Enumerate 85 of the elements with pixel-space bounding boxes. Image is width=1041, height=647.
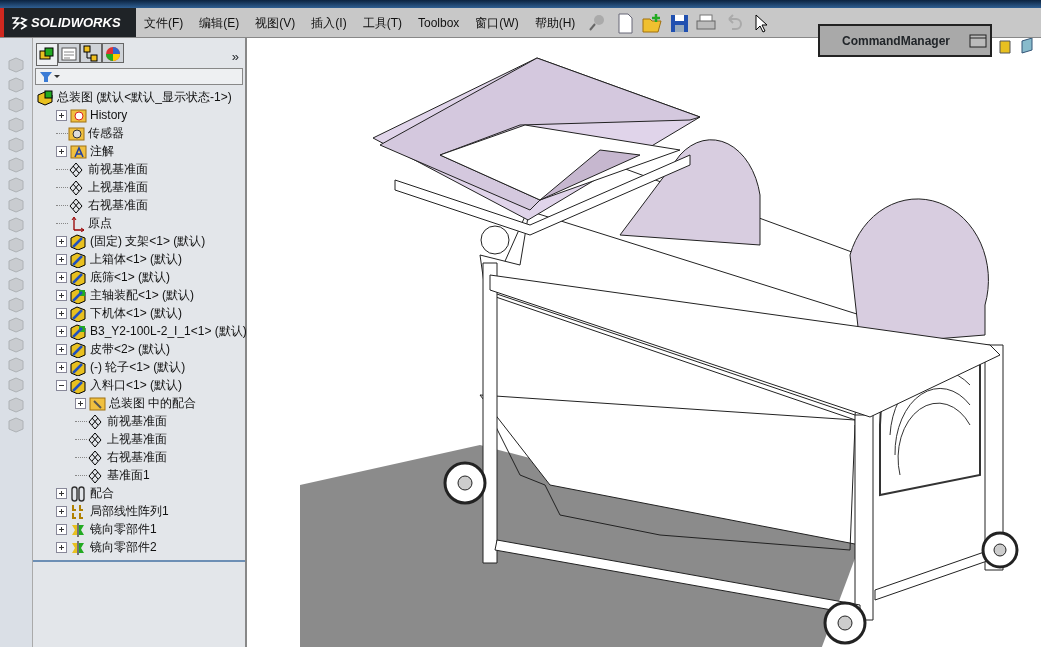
expand-icon[interactable]: [56, 325, 67, 337]
expand-icon[interactable]: [56, 271, 67, 283]
menu-item[interactable]: Toolbox: [410, 8, 468, 37]
expand-icon[interactable]: [56, 361, 67, 373]
part-icon: [70, 250, 87, 268]
popup-item[interactable]: CommandManager: [842, 31, 951, 50]
tree-item[interactable]: 右视基准面: [107, 448, 167, 466]
expand-icon[interactable]: [56, 487, 67, 499]
tree-item[interactable]: 配合: [90, 484, 114, 502]
plane-icon: [68, 160, 85, 178]
expand-icon[interactable]: [56, 505, 67, 517]
plane-icon: [87, 430, 104, 448]
tree-item[interactable]: 前视基准面: [107, 412, 167, 430]
collapse-icon[interactable]: [56, 379, 67, 391]
plane-icon: [87, 466, 104, 484]
expand-icon[interactable]: [56, 235, 67, 247]
panel-tab[interactable]: [58, 43, 80, 63]
panel-tab[interactable]: [80, 43, 102, 63]
paper-clip-icon: [70, 484, 87, 502]
expand-icon[interactable]: [56, 541, 67, 553]
filter-icon[interactable]: [39, 70, 61, 83]
menu-item[interactable]: 视图(V): [247, 8, 304, 37]
menu-item[interactable]: 帮助(H): [526, 8, 584, 37]
assembly-icon: [37, 88, 54, 106]
menu-item[interactable]: 编辑(E): [191, 8, 248, 37]
tree-item[interactable]: 上视基准面: [88, 178, 148, 196]
clock-folder-icon: [70, 106, 87, 124]
plane-icon: [68, 178, 85, 196]
expand-icon[interactable]: [56, 289, 67, 301]
tree-item[interactable]: 下机体<1> (默认): [90, 304, 182, 322]
tree-item[interactable]: 传感器: [88, 124, 124, 142]
part-icon: [70, 358, 87, 376]
expand-icon[interactable]: [56, 253, 67, 265]
mirror-icon: [70, 538, 87, 556]
part-icon: [70, 376, 87, 394]
plane-icon: [68, 196, 85, 214]
tree-item[interactable]: History: [90, 106, 128, 124]
tree-item[interactable]: B3_Y2-100L-2_I_1<1> (默认): [90, 322, 247, 340]
tree-item[interactable]: 上箱体<1> (默认): [90, 250, 182, 268]
tree-item[interactable]: 镜向零部件2: [90, 538, 157, 556]
part-icon: [70, 286, 87, 304]
section-view-icon[interactable]: [999, 40, 1011, 54]
plane-icon: [87, 412, 104, 430]
tree-item[interactable]: 总装图 (默认<默认_显示状态-1>): [57, 88, 232, 106]
tree-item[interactable]: 局部线性阵列1: [90, 502, 169, 520]
part-icon: [70, 268, 87, 286]
tree-item[interactable]: 注解: [90, 142, 114, 160]
expand-icon[interactable]: [56, 343, 67, 355]
window-icon[interactable]: [969, 33, 987, 48]
tree-item[interactable]: 基准面1: [107, 466, 150, 484]
clip-folder-icon: [89, 394, 106, 412]
expand-icon[interactable]: [56, 145, 67, 157]
cube-icon[interactable]: [1021, 38, 1033, 54]
tree-item[interactable]: (固定) 支架<1> (默认): [90, 232, 206, 250]
logo-text: SOLIDWORKS: [31, 13, 121, 32]
expand-icon[interactable]: [56, 523, 67, 535]
logo-icon: [10, 14, 28, 31]
plane-icon: [87, 448, 104, 466]
panel-tab[interactable]: [36, 43, 58, 66]
gauge-folder-icon: [68, 124, 85, 142]
tree-item[interactable]: 前视基准面: [88, 160, 148, 178]
expand-icon[interactable]: [75, 397, 86, 409]
expand-icon[interactable]: [56, 109, 67, 121]
tree-item[interactable]: 入料口<1> (默认): [90, 376, 182, 394]
tree-item[interactable]: 总装图 中的配合: [109, 394, 197, 412]
menu-item[interactable]: 窗口(W): [467, 8, 527, 37]
part-icon: [70, 340, 87, 358]
menu-item[interactable]: 工具(T): [354, 8, 410, 37]
tree-item[interactable]: 底筛<1> (默认): [90, 268, 170, 286]
part-icon: [70, 304, 87, 322]
tree-item[interactable]: 皮带<2> (默认): [90, 340, 170, 358]
tree-item[interactable]: 镜向零部件1: [90, 520, 157, 538]
expand-icon[interactable]: [56, 307, 67, 319]
expand-icon[interactable]: »: [231, 46, 239, 66]
mirror-icon: [70, 520, 87, 538]
tree-item[interactable]: 右视基准面: [88, 196, 148, 214]
tree-item[interactable]: 原点: [88, 214, 112, 232]
part-icon: [70, 322, 87, 340]
menu-item[interactable]: 文件(F): [136, 8, 192, 37]
menu-item[interactable]: 插入(I): [303, 8, 355, 37]
tree-item[interactable]: 主轴装配<1> (默认): [90, 286, 194, 304]
part-icon: [70, 232, 87, 250]
annotation-folder-icon: [70, 142, 87, 160]
tree-item[interactable]: 上视基准面: [107, 430, 167, 448]
tree-item[interactable]: (-) 轮子<1> (默认): [90, 358, 186, 376]
